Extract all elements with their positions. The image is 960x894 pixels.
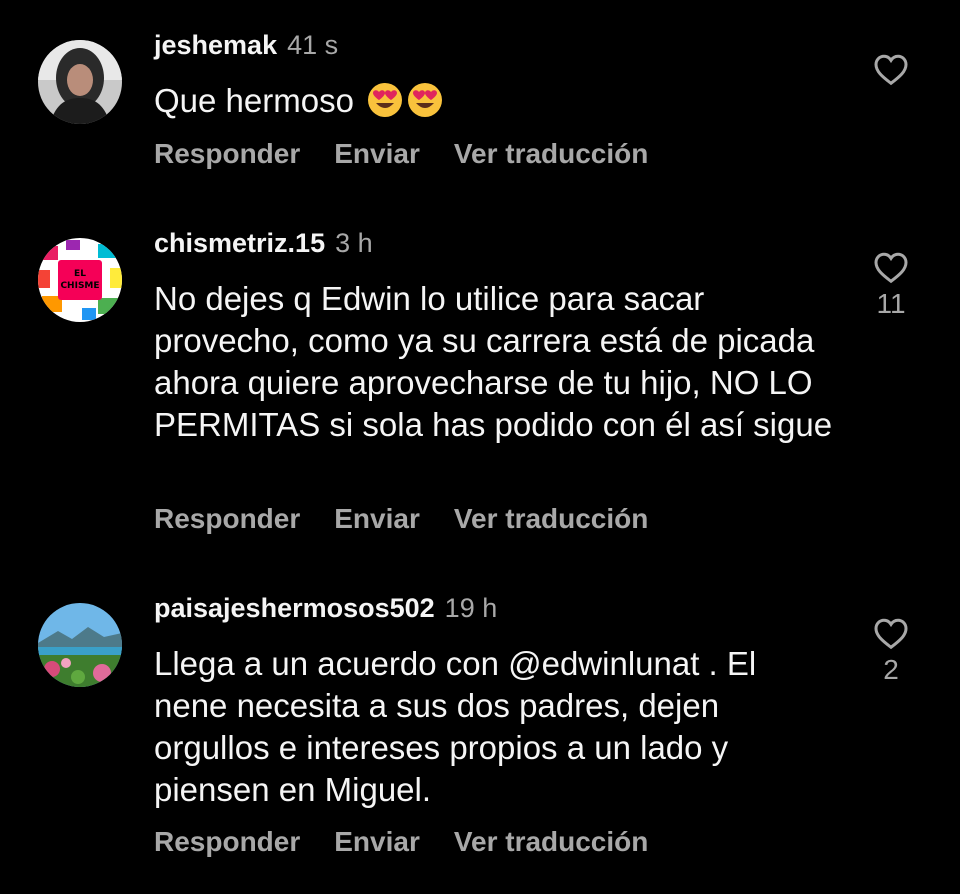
translate-button[interactable]: Ver traducción <box>454 138 649 169</box>
heart-eyes-emoji-icon <box>368 83 403 117</box>
avatar[interactable] <box>38 603 122 687</box>
translate-button[interactable]: Ver traducción <box>454 503 649 534</box>
like-button[interactable]: 2 <box>866 616 916 686</box>
comment-actions: Responder Enviar Ver traducción <box>154 137 682 171</box>
send-button[interactable]: Enviar <box>334 503 420 534</box>
avatar[interactable] <box>38 40 122 124</box>
avatar-logo-text: CHISME <box>60 281 99 291</box>
comment-body: No dejes q Edwin lo utilice para sacar p… <box>154 280 833 443</box>
translate-button[interactable]: Ver traducción <box>454 826 649 857</box>
username[interactable]: paisajeshermosos502 <box>154 593 435 623</box>
like-count: 2 <box>883 654 899 685</box>
heart-icon <box>874 54 908 86</box>
comment-actions: Responder Enviar Ver traducción <box>154 825 682 859</box>
avatar-logo-text: EL <box>74 269 86 279</box>
timestamp: 19 h <box>444 593 498 623</box>
timestamp: 41 s <box>287 30 339 60</box>
comment-header: chismetriz.15 3 h <box>154 226 373 260</box>
comment-header: jeshemak 41 s <box>154 28 338 62</box>
send-button[interactable]: Enviar <box>334 826 420 857</box>
comment-text: Que hermoso <box>154 80 834 122</box>
heart-icon <box>874 252 908 284</box>
comment-header: paisajeshermosos502 19 h <box>154 591 497 625</box>
like-button[interactable]: 11 <box>866 250 916 320</box>
comment-actions: Responder Enviar Ver traducción <box>154 502 682 536</box>
avatar-image <box>38 40 122 124</box>
avatar-image: EL CHISME <box>38 238 122 322</box>
heart-icon <box>874 618 908 650</box>
comment-text: No dejes q Edwin lo utilice para sacar p… <box>154 278 834 446</box>
like-button[interactable] <box>866 52 916 86</box>
reply-button[interactable]: Responder <box>154 826 300 857</box>
reply-button[interactable]: Responder <box>154 503 300 534</box>
reply-button[interactable]: Responder <box>154 138 300 169</box>
comment-text: Llega a un acuerdo con @edwinlunat . El … <box>154 643 834 811</box>
username[interactable]: jeshemak <box>154 30 277 60</box>
heart-eyes-emoji-icon <box>408 83 443 117</box>
send-button[interactable]: Enviar <box>334 138 420 169</box>
avatar-image <box>38 603 122 687</box>
like-count: 11 <box>876 288 906 319</box>
timestamp: 3 h <box>335 228 373 258</box>
username[interactable]: chismetriz.15 <box>154 228 325 258</box>
comment-body: Llega a un acuerdo con @edwinlunat . El … <box>154 645 757 808</box>
avatar[interactable]: EL CHISME <box>38 238 122 322</box>
comment-body: Que hermoso <box>154 82 354 119</box>
